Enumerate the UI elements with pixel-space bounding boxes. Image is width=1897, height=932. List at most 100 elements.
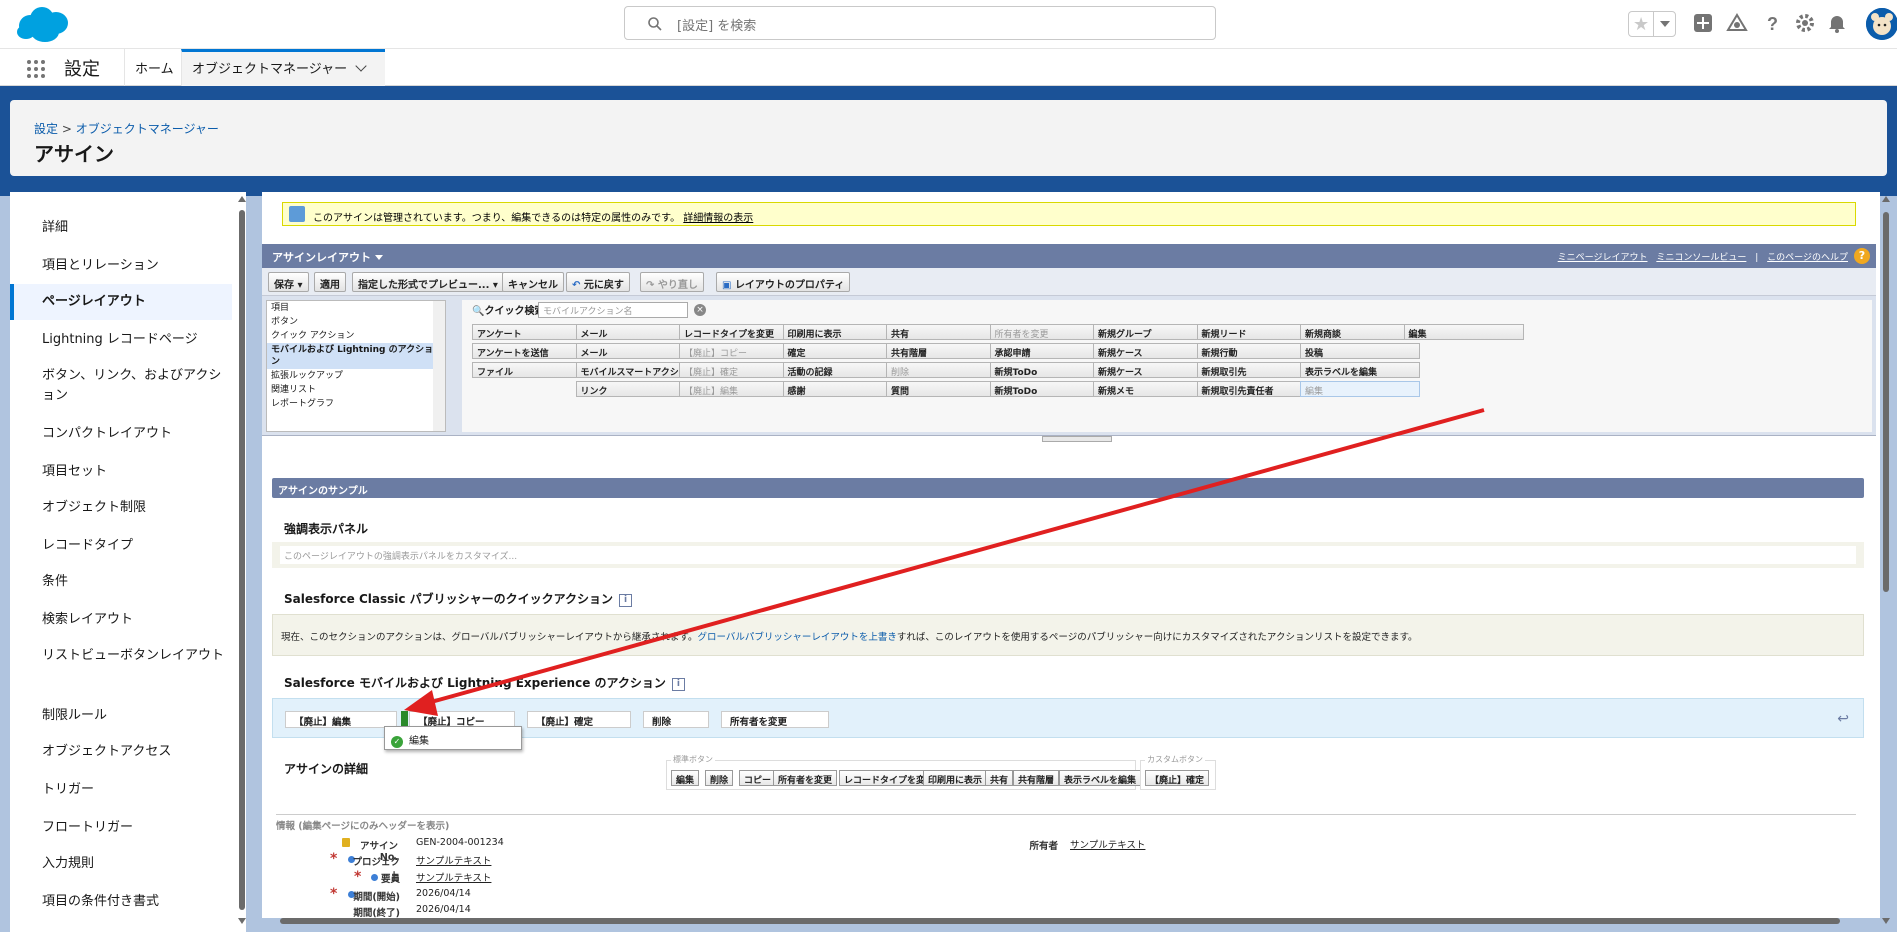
preview-as-button[interactable]: 指定した形式でプレビュー... ▾ bbox=[352, 272, 504, 292]
palette-action-button[interactable]: 【廃止】コピー bbox=[679, 343, 799, 359]
palette-action-button[interactable]: 確定 bbox=[782, 343, 903, 359]
palette-action-button[interactable]: ファイル bbox=[472, 362, 592, 378]
palette-action-button[interactable]: 編集 bbox=[1403, 324, 1524, 340]
palette-category-buttons[interactable]: ボタン bbox=[267, 315, 445, 329]
palette-action-button[interactable]: レコードタイプを変更 bbox=[679, 324, 799, 340]
chevron-down-icon[interactable] bbox=[355, 60, 367, 72]
sidebar-item-object-limits[interactable]: オブジェクト制限 bbox=[10, 498, 232, 518]
tab-home[interactable]: ホーム bbox=[124, 49, 184, 86]
mobile-action-delete[interactable]: 削除 bbox=[643, 711, 709, 728]
palette-action-button[interactable]: リンク bbox=[575, 381, 696, 397]
favorites-dropdown-icon[interactable] bbox=[1653, 12, 1675, 36]
palette-action-button[interactable]: 新規グループ bbox=[1093, 324, 1213, 340]
sidebar-item-lightning-record-pages[interactable]: Lightning レコードページ bbox=[10, 330, 232, 350]
sidebar-item-list-view-button-layout[interactable]: リストビューボタンレイアウト bbox=[10, 646, 232, 666]
app-launcher-icon[interactable] bbox=[26, 59, 46, 79]
mobile-action-change-owner[interactable]: 所有者を変更 bbox=[721, 711, 829, 728]
layout-properties-button[interactable]: ▣ レイアウトのプロパティ bbox=[716, 272, 851, 292]
favorites-button[interactable]: ★ bbox=[1628, 11, 1676, 37]
help-circle-icon[interactable]: ? bbox=[1854, 248, 1870, 264]
gear-icon[interactable] bbox=[1794, 12, 1816, 34]
layout-title[interactable]: アサインレイアウト bbox=[272, 249, 383, 265]
main-horizontal-scrollbar[interactable] bbox=[278, 916, 1872, 926]
palette-action-button[interactable]: 印刷用に表示 bbox=[782, 324, 903, 340]
palette-action-button[interactable]: 共有階層 bbox=[886, 343, 1006, 359]
palette-action-button[interactable]: 新規ケース bbox=[1093, 362, 1213, 378]
more-info-link[interactable]: 詳細情報の表示 bbox=[683, 213, 753, 224]
palette-action-button[interactable]: モバイルスマートアクション bbox=[575, 362, 696, 378]
palette-action-button[interactable]: 【廃止】編集 bbox=[679, 381, 799, 397]
reset-actions-icon[interactable]: ↩ bbox=[1837, 711, 1849, 727]
add-icon[interactable] bbox=[1692, 12, 1714, 34]
scroll-up-icon[interactable] bbox=[238, 196, 246, 202]
save-button[interactable]: 保存 ▾ bbox=[268, 272, 309, 292]
user-avatar[interactable] bbox=[1866, 8, 1897, 40]
info-icon[interactable]: i bbox=[619, 594, 633, 607]
palette-category-report-charts[interactable]: レポートグラフ bbox=[267, 397, 445, 411]
palette-action-button[interactable]: メール bbox=[575, 343, 696, 359]
information-section-header[interactable]: 情報 (編集ページにのみヘッダーを表示) bbox=[276, 818, 449, 832]
field-value-member[interactable]: サンプルテキスト bbox=[416, 870, 491, 884]
trailhead-icon[interactable] bbox=[1726, 12, 1748, 34]
palette-category-mobile-lightning-actions[interactable]: モバイルおよび Lightning のアクション bbox=[267, 343, 445, 369]
quick-find-input[interactable]: モバイルアクション名 bbox=[538, 302, 688, 318]
palette-action-button[interactable]: メール bbox=[575, 324, 696, 340]
mobile-action-deprecated-confirm[interactable]: 【廃止】確定 bbox=[527, 711, 631, 728]
breadcrumb-setup[interactable]: 設定 bbox=[34, 122, 58, 136]
info-icon[interactable]: i bbox=[671, 678, 685, 691]
sidebar-item-triggers[interactable]: トリガー bbox=[10, 780, 232, 800]
sidebar-item-flow-triggers[interactable]: フロートリガー bbox=[10, 818, 232, 838]
palette-action-button[interactable]: 新規取引先 bbox=[1196, 362, 1317, 378]
palette-action-button[interactable]: 新規メモ bbox=[1093, 381, 1213, 397]
palette-action-button[interactable]: 所有者を変更 bbox=[989, 324, 1110, 340]
scroll-down-icon[interactable] bbox=[1882, 918, 1890, 924]
sidebar-item-buttons-links-actions[interactable]: ボタン、リンク、およびアクション bbox=[10, 366, 232, 406]
palette-category-related-lists[interactable]: 関連リスト bbox=[267, 383, 445, 397]
highlights-panel-placeholder[interactable]: このページレイアウトの強調表示パネルをカスタマイズ... bbox=[280, 546, 1856, 564]
notification-bell-icon[interactable] bbox=[1826, 12, 1848, 34]
sidebar-item-object-access[interactable]: オブジェクトアクセス bbox=[10, 742, 232, 762]
apply-button[interactable]: 適用 bbox=[314, 272, 346, 292]
field-value-project[interactable]: サンプルテキスト bbox=[416, 853, 491, 867]
std-button-printable-view[interactable]: 印刷用に表示 bbox=[923, 770, 988, 786]
palette-action-button[interactable]: 新規リード bbox=[1196, 324, 1317, 340]
sidebar-item-record-types[interactable]: レコードタイプ bbox=[10, 536, 232, 556]
std-button-sharing-hierarchy[interactable]: 共有階層 bbox=[1013, 770, 1060, 786]
mobile-action-deprecated-edit[interactable]: 【廃止】編集 bbox=[285, 711, 397, 728]
sidebar-item-compact-layouts[interactable]: コンパクトレイアウト bbox=[10, 424, 232, 444]
sidebar-item-conditional-field-formatting[interactable]: 項目の条件付き書式 bbox=[10, 892, 232, 912]
undo-button[interactable]: ↶ 元に戻す bbox=[566, 272, 630, 292]
palette-category-quick-actions[interactable]: クイック アクション bbox=[267, 329, 445, 343]
tab-object-manager[interactable]: オブジェクトマネージャー bbox=[181, 49, 385, 86]
palette-list-scrollbar[interactable] bbox=[433, 301, 445, 431]
clear-search-icon[interactable]: × bbox=[694, 304, 706, 316]
std-button-copy[interactable]: コピー bbox=[739, 770, 777, 786]
sidebar-item-fields[interactable]: 項目とリレーション bbox=[10, 256, 232, 276]
palette-action-button[interactable]: 新規ToDo bbox=[989, 362, 1110, 378]
std-button-change-owner[interactable]: 所有者を変更 bbox=[773, 770, 838, 786]
horizontal-scroll-thumb[interactable] bbox=[280, 918, 1840, 924]
palette-action-button[interactable]: アンケート bbox=[472, 324, 592, 340]
main-vertical-scrollbar[interactable] bbox=[1880, 196, 1892, 926]
palette-action-button[interactable]: 活動の記録 bbox=[782, 362, 903, 378]
palette-category-fields[interactable]: 項目 bbox=[267, 301, 445, 315]
highlights-panel[interactable]: このページレイアウトの強調表示パネルをカスタマイズ... bbox=[272, 542, 1864, 568]
mini-page-layout-link[interactable]: ミニページレイアウト bbox=[1558, 253, 1648, 263]
palette-action-button[interactable]: 投稿 bbox=[1300, 343, 1420, 359]
palette-action-button[interactable]: 質問 bbox=[886, 381, 1006, 397]
palette-action-button[interactable]: 新規ToDo bbox=[989, 381, 1110, 397]
palette-resize-handle[interactable] bbox=[1042, 436, 1112, 442]
scroll-down-icon[interactable] bbox=[238, 918, 246, 924]
std-button-delete[interactable]: 削除 bbox=[705, 770, 734, 786]
sidebar-item-details[interactable]: 詳細 bbox=[10, 218, 232, 238]
redo-button[interactable]: ↷ やり直し bbox=[640, 272, 704, 292]
palette-action-button[interactable]: 新規取引先責任者 bbox=[1196, 381, 1317, 397]
palette-action-button[interactable]: 表示ラベルを編集 bbox=[1300, 362, 1420, 378]
field-value-owner[interactable]: サンプルテキスト bbox=[1070, 837, 1145, 851]
sidebar-item-conditions[interactable]: 条件 bbox=[10, 572, 232, 592]
sidebar-scrollbar[interactable] bbox=[236, 196, 248, 926]
palette-action-button[interactable]: 感謝 bbox=[782, 381, 903, 397]
sidebar-item-search-layouts[interactable]: 検索レイアウト bbox=[10, 610, 232, 630]
palette-action-button[interactable]: アンケートを送信 bbox=[472, 343, 592, 359]
palette-action-button[interactable]: 承認申請 bbox=[989, 343, 1110, 359]
